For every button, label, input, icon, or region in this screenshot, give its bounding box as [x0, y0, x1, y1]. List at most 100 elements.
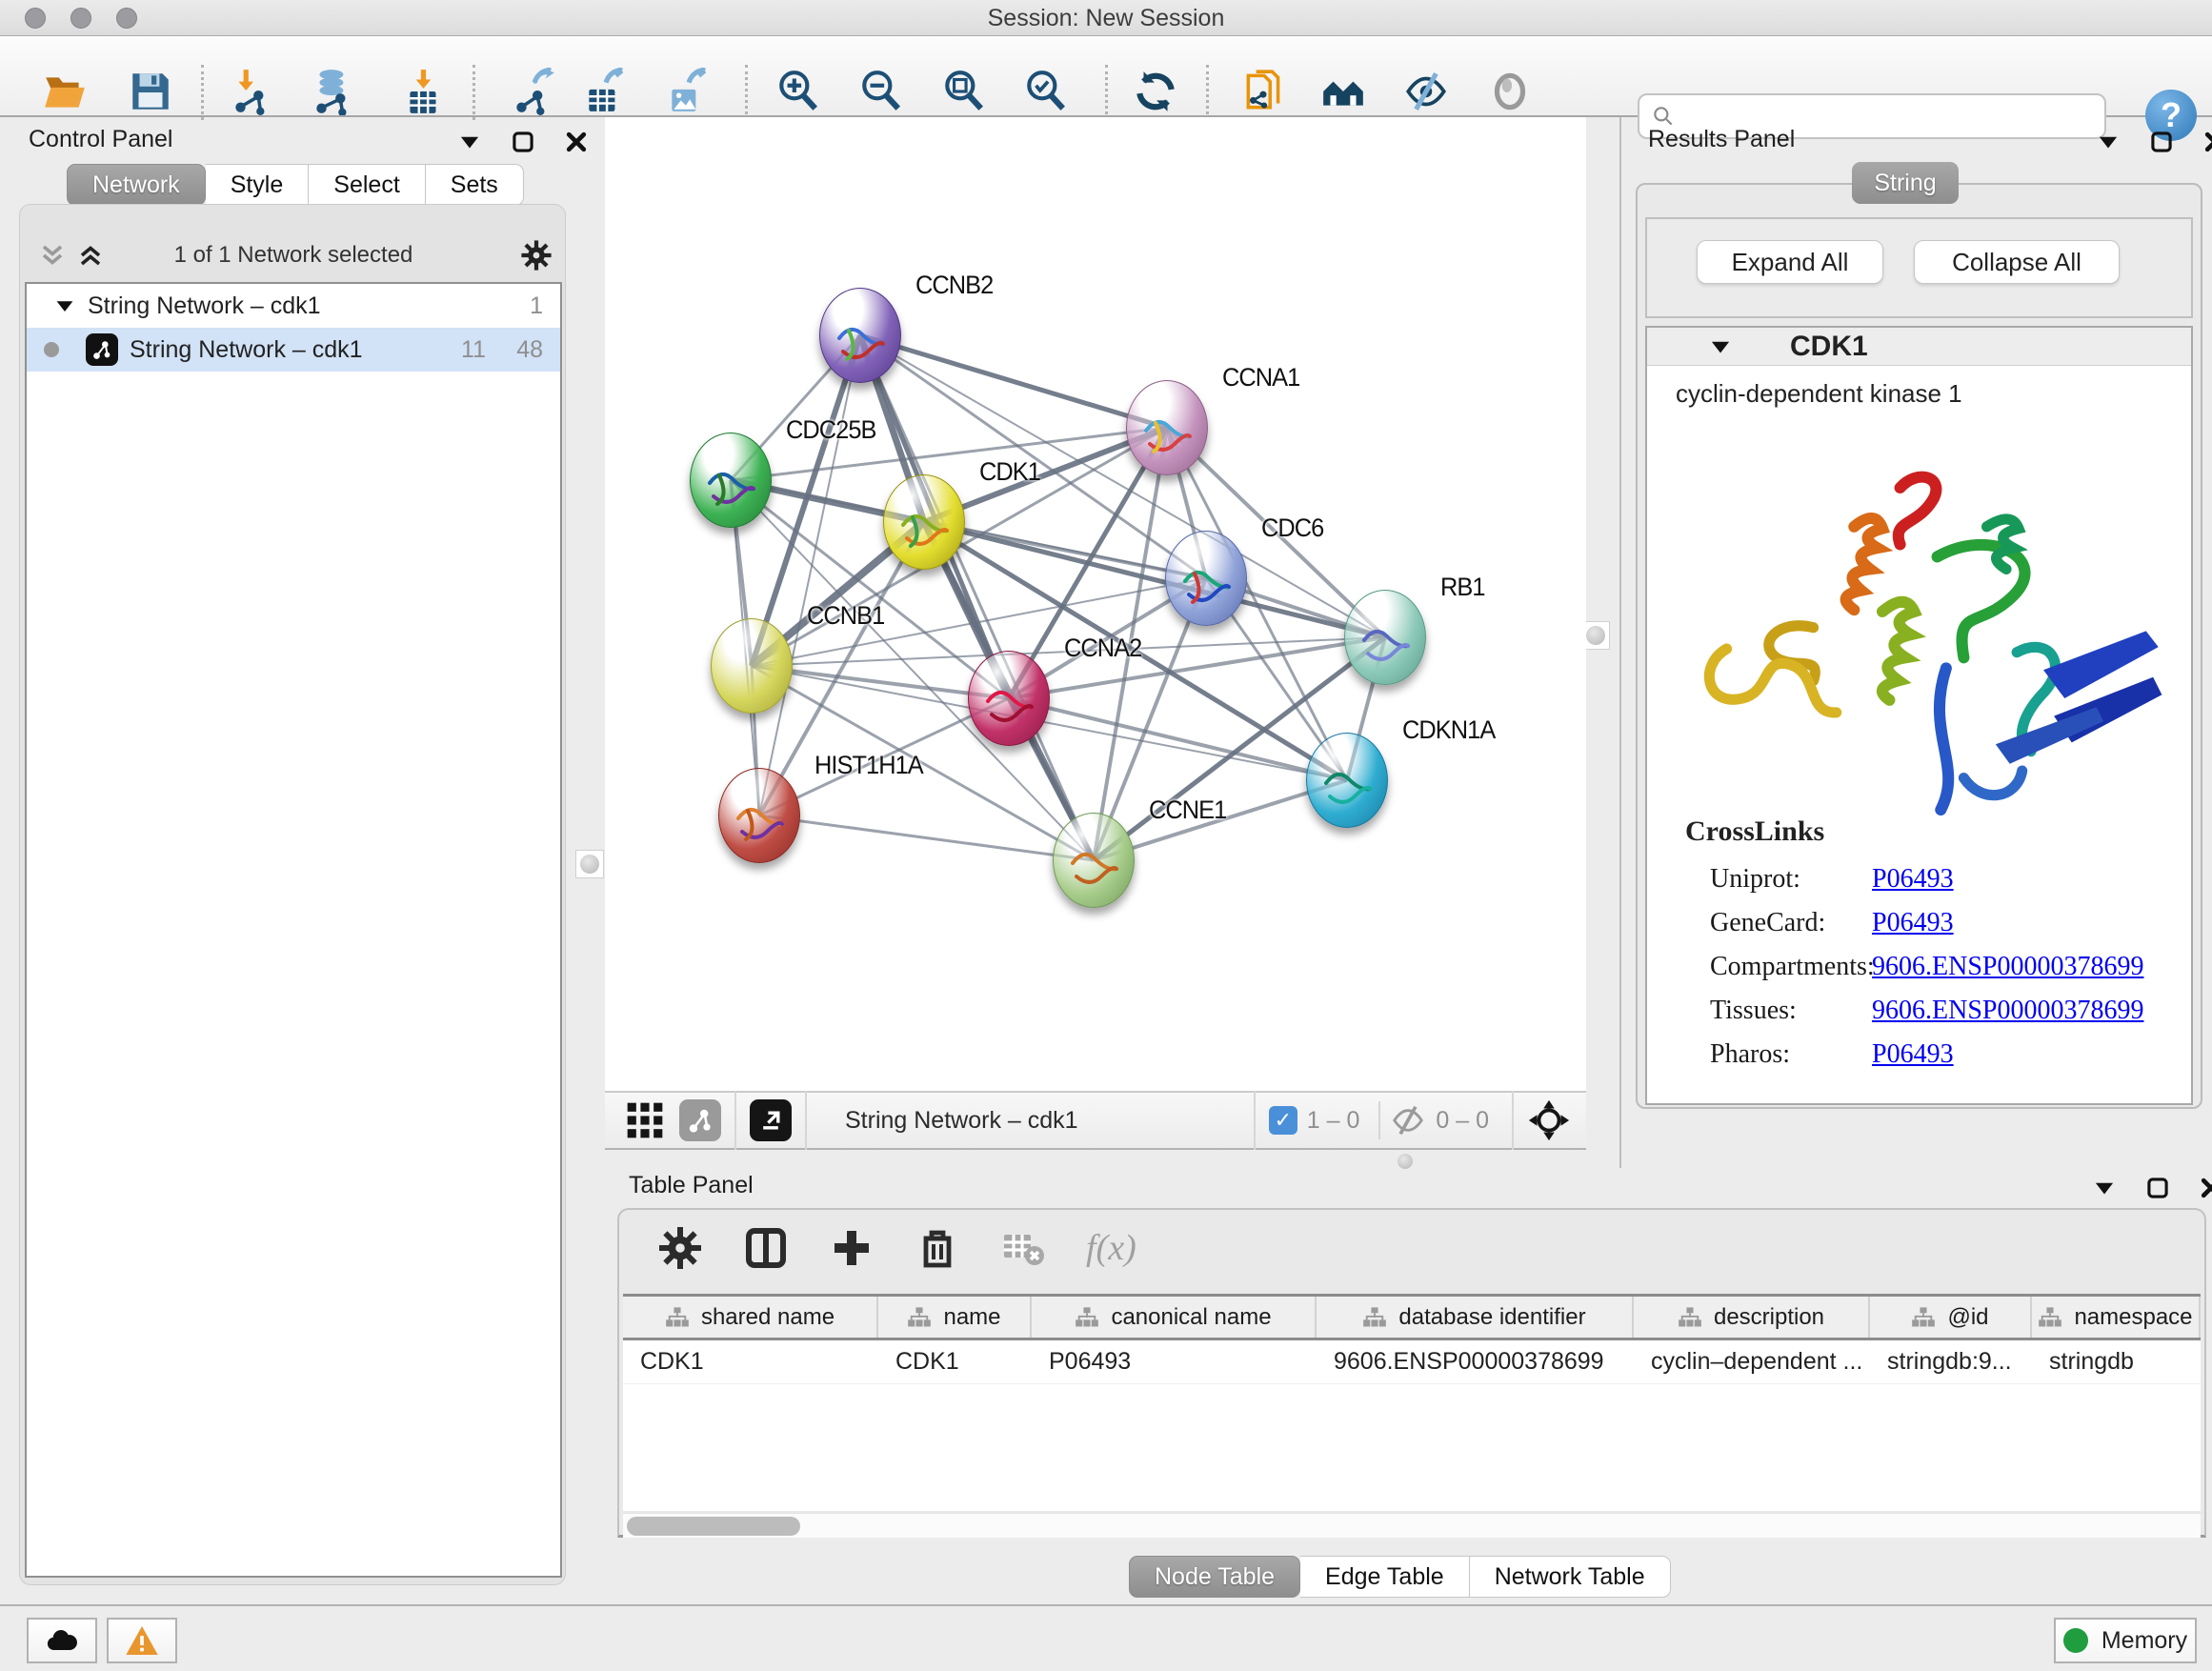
- node-RB1[interactable]: [1344, 590, 1426, 685]
- section-expander-icon[interactable]: [1708, 334, 1733, 359]
- node-CDC6[interactable]: [1165, 531, 1247, 626]
- expand-all-button[interactable]: Expand All: [1697, 240, 1883, 284]
- node-label: CDK1: [979, 457, 1040, 487]
- export-network-icon[interactable]: [507, 65, 560, 118]
- crosslink-link[interactable]: P06493: [1872, 864, 1954, 895]
- node-CCNE1[interactable]: [1053, 813, 1135, 908]
- tab-style[interactable]: Style: [206, 164, 310, 206]
- column-header-shared-name[interactable]: shared name: [623, 1297, 878, 1338]
- export-table-icon[interactable]: [578, 65, 632, 118]
- node-CCNA1[interactable]: [1126, 380, 1208, 475]
- close-panel-icon[interactable]: [564, 130, 589, 154]
- collapse-all-button[interactable]: Collapse All: [1914, 240, 2120, 284]
- import-database-icon[interactable]: [307, 65, 360, 118]
- column-header-name[interactable]: name: [878, 1297, 1032, 1338]
- protein-ribbon-icon: [1353, 615, 1419, 674]
- zoom-fit-icon[interactable]: [937, 65, 991, 118]
- column-label: name: [943, 1304, 1000, 1331]
- edge-CCNB2-CCNE1[interactable]: [860, 335, 1094, 860]
- column-header-description[interactable]: description: [1634, 1297, 1870, 1338]
- delete-column-icon[interactable]: [915, 1225, 960, 1271]
- network-row[interactable]: String Network – cdk1 11 48: [27, 328, 560, 372]
- refresh-icon[interactable]: [1129, 65, 1182, 118]
- gene-section-header[interactable]: CDK1: [1647, 328, 2191, 366]
- collection-expander-icon[interactable]: [53, 294, 76, 317]
- panel-menu-icon[interactable]: [2092, 1176, 2117, 1200]
- float-panel-icon[interactable]: [2149, 130, 2174, 154]
- crosslink-label: Uniprot:: [1710, 864, 1872, 895]
- delete-table-icon[interactable]: [1000, 1225, 1046, 1271]
- edge-HIST1H1A-CCNE1[interactable]: [759, 815, 1094, 860]
- open-session-icon[interactable]: [38, 65, 91, 118]
- control-panel-tabs: NetworkStyleSelectSets: [67, 164, 524, 206]
- tab-edge-table[interactable]: Edge Table: [1300, 1556, 1470, 1598]
- network-overview-icon[interactable]: [1317, 65, 1370, 118]
- cloud-status-button[interactable]: [27, 1618, 97, 1663]
- node-HIST1H1A[interactable]: [718, 768, 800, 863]
- node-CCNB1[interactable]: [711, 618, 793, 714]
- tab-string[interactable]: String: [1852, 162, 1959, 204]
- panel-menu-icon[interactable]: [2096, 130, 2121, 154]
- import-network-icon[interactable]: [226, 65, 279, 118]
- table-row[interactable]: CDK1CDK1P064939606.ENSP00000378699cyclin…: [623, 1340, 2201, 1384]
- column-header-database-identifier[interactable]: database identifier: [1317, 1297, 1634, 1338]
- tab-select[interactable]: Select: [309, 164, 425, 206]
- annotations-icon[interactable]: [1237, 65, 1291, 118]
- detach-view-icon[interactable]: [750, 1099, 792, 1141]
- table-options-gear-icon[interactable]: [657, 1225, 703, 1271]
- zoom-in-icon[interactable]: [772, 65, 825, 118]
- edge-CCNB2-CCNA1[interactable]: [860, 335, 1167, 428]
- panel-menu-icon[interactable]: [457, 130, 482, 154]
- crosslink-link[interactable]: P06493: [1872, 1039, 1954, 1070]
- node-CDC25B[interactable]: [690, 433, 772, 528]
- zoom-selected-icon[interactable]: [1019, 65, 1073, 118]
- column-header-@id[interactable]: @id: [1870, 1297, 2032, 1338]
- network-view-mode-icon[interactable]: [679, 1099, 721, 1141]
- show-hidden-icon[interactable]: [1483, 65, 1537, 118]
- left-splitter-handle[interactable]: [575, 850, 604, 878]
- network-options-gear-icon[interactable]: [520, 239, 553, 272]
- edge-CCNA2-CDKN1A[interactable]: [1009, 698, 1347, 780]
- crosslinks-title: CrossLinks: [1685, 815, 1824, 848]
- node-CDK1[interactable]: [883, 474, 965, 570]
- import-table-icon[interactable]: [397, 65, 451, 118]
- bottom-splitter-handle[interactable]: [1393, 1153, 1418, 1170]
- tab-network-table[interactable]: Network Table: [1470, 1556, 1671, 1598]
- close-panel-icon[interactable]: [2202, 130, 2212, 154]
- tab-node-table[interactable]: Node Table: [1129, 1556, 1300, 1598]
- control-panel-window-icons: [457, 130, 589, 154]
- column-header-namespace[interactable]: namespace: [2032, 1297, 2201, 1338]
- selected-checkbox-icon[interactable]: ✓: [1269, 1106, 1297, 1135]
- zoom-out-icon[interactable]: [855, 65, 908, 118]
- network-canvas[interactable]: CCNB2CCNA1CDC25BCDK1CDC6RB1CCNB1CCNA2CDK…: [605, 117, 1586, 1091]
- tab-sets[interactable]: Sets: [426, 164, 524, 206]
- memory-button[interactable]: Memory: [2054, 1618, 2197, 1663]
- crosslink-link[interactable]: 9606.ENSP00000378699: [1872, 952, 2143, 982]
- crosslink-link[interactable]: P06493: [1872, 908, 1954, 938]
- scrollbar-thumb[interactable]: [627, 1517, 800, 1536]
- warnings-button[interactable]: [107, 1618, 177, 1663]
- column-header-canonical-name[interactable]: canonical name: [1032, 1297, 1317, 1338]
- save-session-icon[interactable]: [124, 65, 177, 118]
- network-edges[interactable]: [605, 117, 1586, 1091]
- hidden-eye-icon[interactable]: [1390, 1102, 1426, 1138]
- edge-CCNB2-HIST1H1A[interactable]: [759, 335, 860, 815]
- node-CCNA2[interactable]: [968, 651, 1050, 746]
- function-builder-icon[interactable]: f(x): [1086, 1227, 1136, 1269]
- grid-view-icon[interactable]: [624, 1099, 666, 1141]
- close-panel-icon[interactable]: [2199, 1176, 2212, 1200]
- export-image-icon[interactable]: [661, 65, 714, 118]
- float-panel-icon[interactable]: [2145, 1176, 2170, 1200]
- show-columns-icon[interactable]: [743, 1225, 789, 1271]
- tab-network[interactable]: Network: [67, 164, 206, 206]
- add-column-icon[interactable]: [829, 1225, 875, 1271]
- crosslink-link[interactable]: 9606.ENSP00000378699: [1872, 996, 2143, 1026]
- float-panel-icon[interactable]: [511, 130, 535, 154]
- network-collection-row[interactable]: String Network – cdk1 1: [27, 284, 560, 328]
- protein-structure-image: [1672, 427, 2167, 846]
- table-hscrollbar[interactable]: [623, 1513, 2201, 1538]
- birdseye-icon[interactable]: [1527, 1098, 1571, 1142]
- node-CDKN1A[interactable]: [1306, 733, 1388, 828]
- hide-selected-icon[interactable]: [1399, 65, 1453, 118]
- node-CCNB2[interactable]: [819, 288, 901, 383]
